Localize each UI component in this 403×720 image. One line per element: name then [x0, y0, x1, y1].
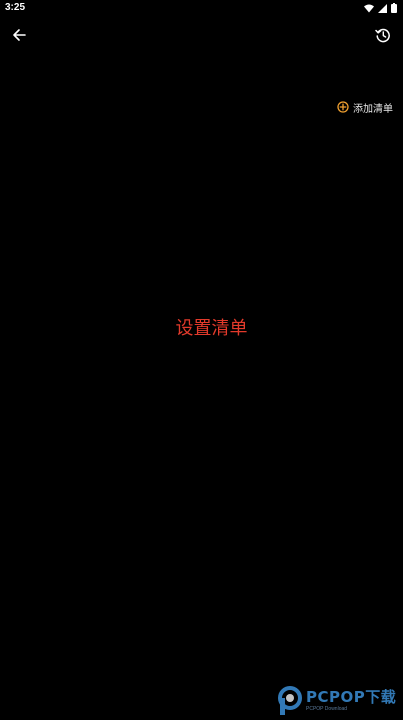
back-button[interactable] — [8, 24, 30, 46]
status-time: 3:25 — [5, 2, 26, 13]
watermark: PCPOP下载 PCPOP Download — [277, 682, 403, 720]
pcpop-logo-icon — [278, 686, 302, 715]
watermark-brand: PCPOP下载 — [306, 688, 397, 706]
set-list-title: 设置清单 — [175, 318, 248, 339]
history-icon — [375, 28, 390, 43]
arrow-left-icon — [13, 29, 26, 41]
cellular-signal-icon — [378, 3, 387, 13]
watermark-sub: PCPOP Download — [306, 706, 348, 712]
plus-circle-icon — [337, 101, 349, 113]
wifi-icon — [364, 4, 374, 12]
battery-icon — [391, 3, 397, 13]
status-icons — [364, 3, 397, 13]
history-button[interactable] — [372, 24, 394, 46]
add-list-button[interactable]: 添加清单 — [337, 98, 393, 116]
add-list-label: 添加清单 — [353, 103, 393, 115]
status-bar: 3:25 — [0, 0, 403, 16]
